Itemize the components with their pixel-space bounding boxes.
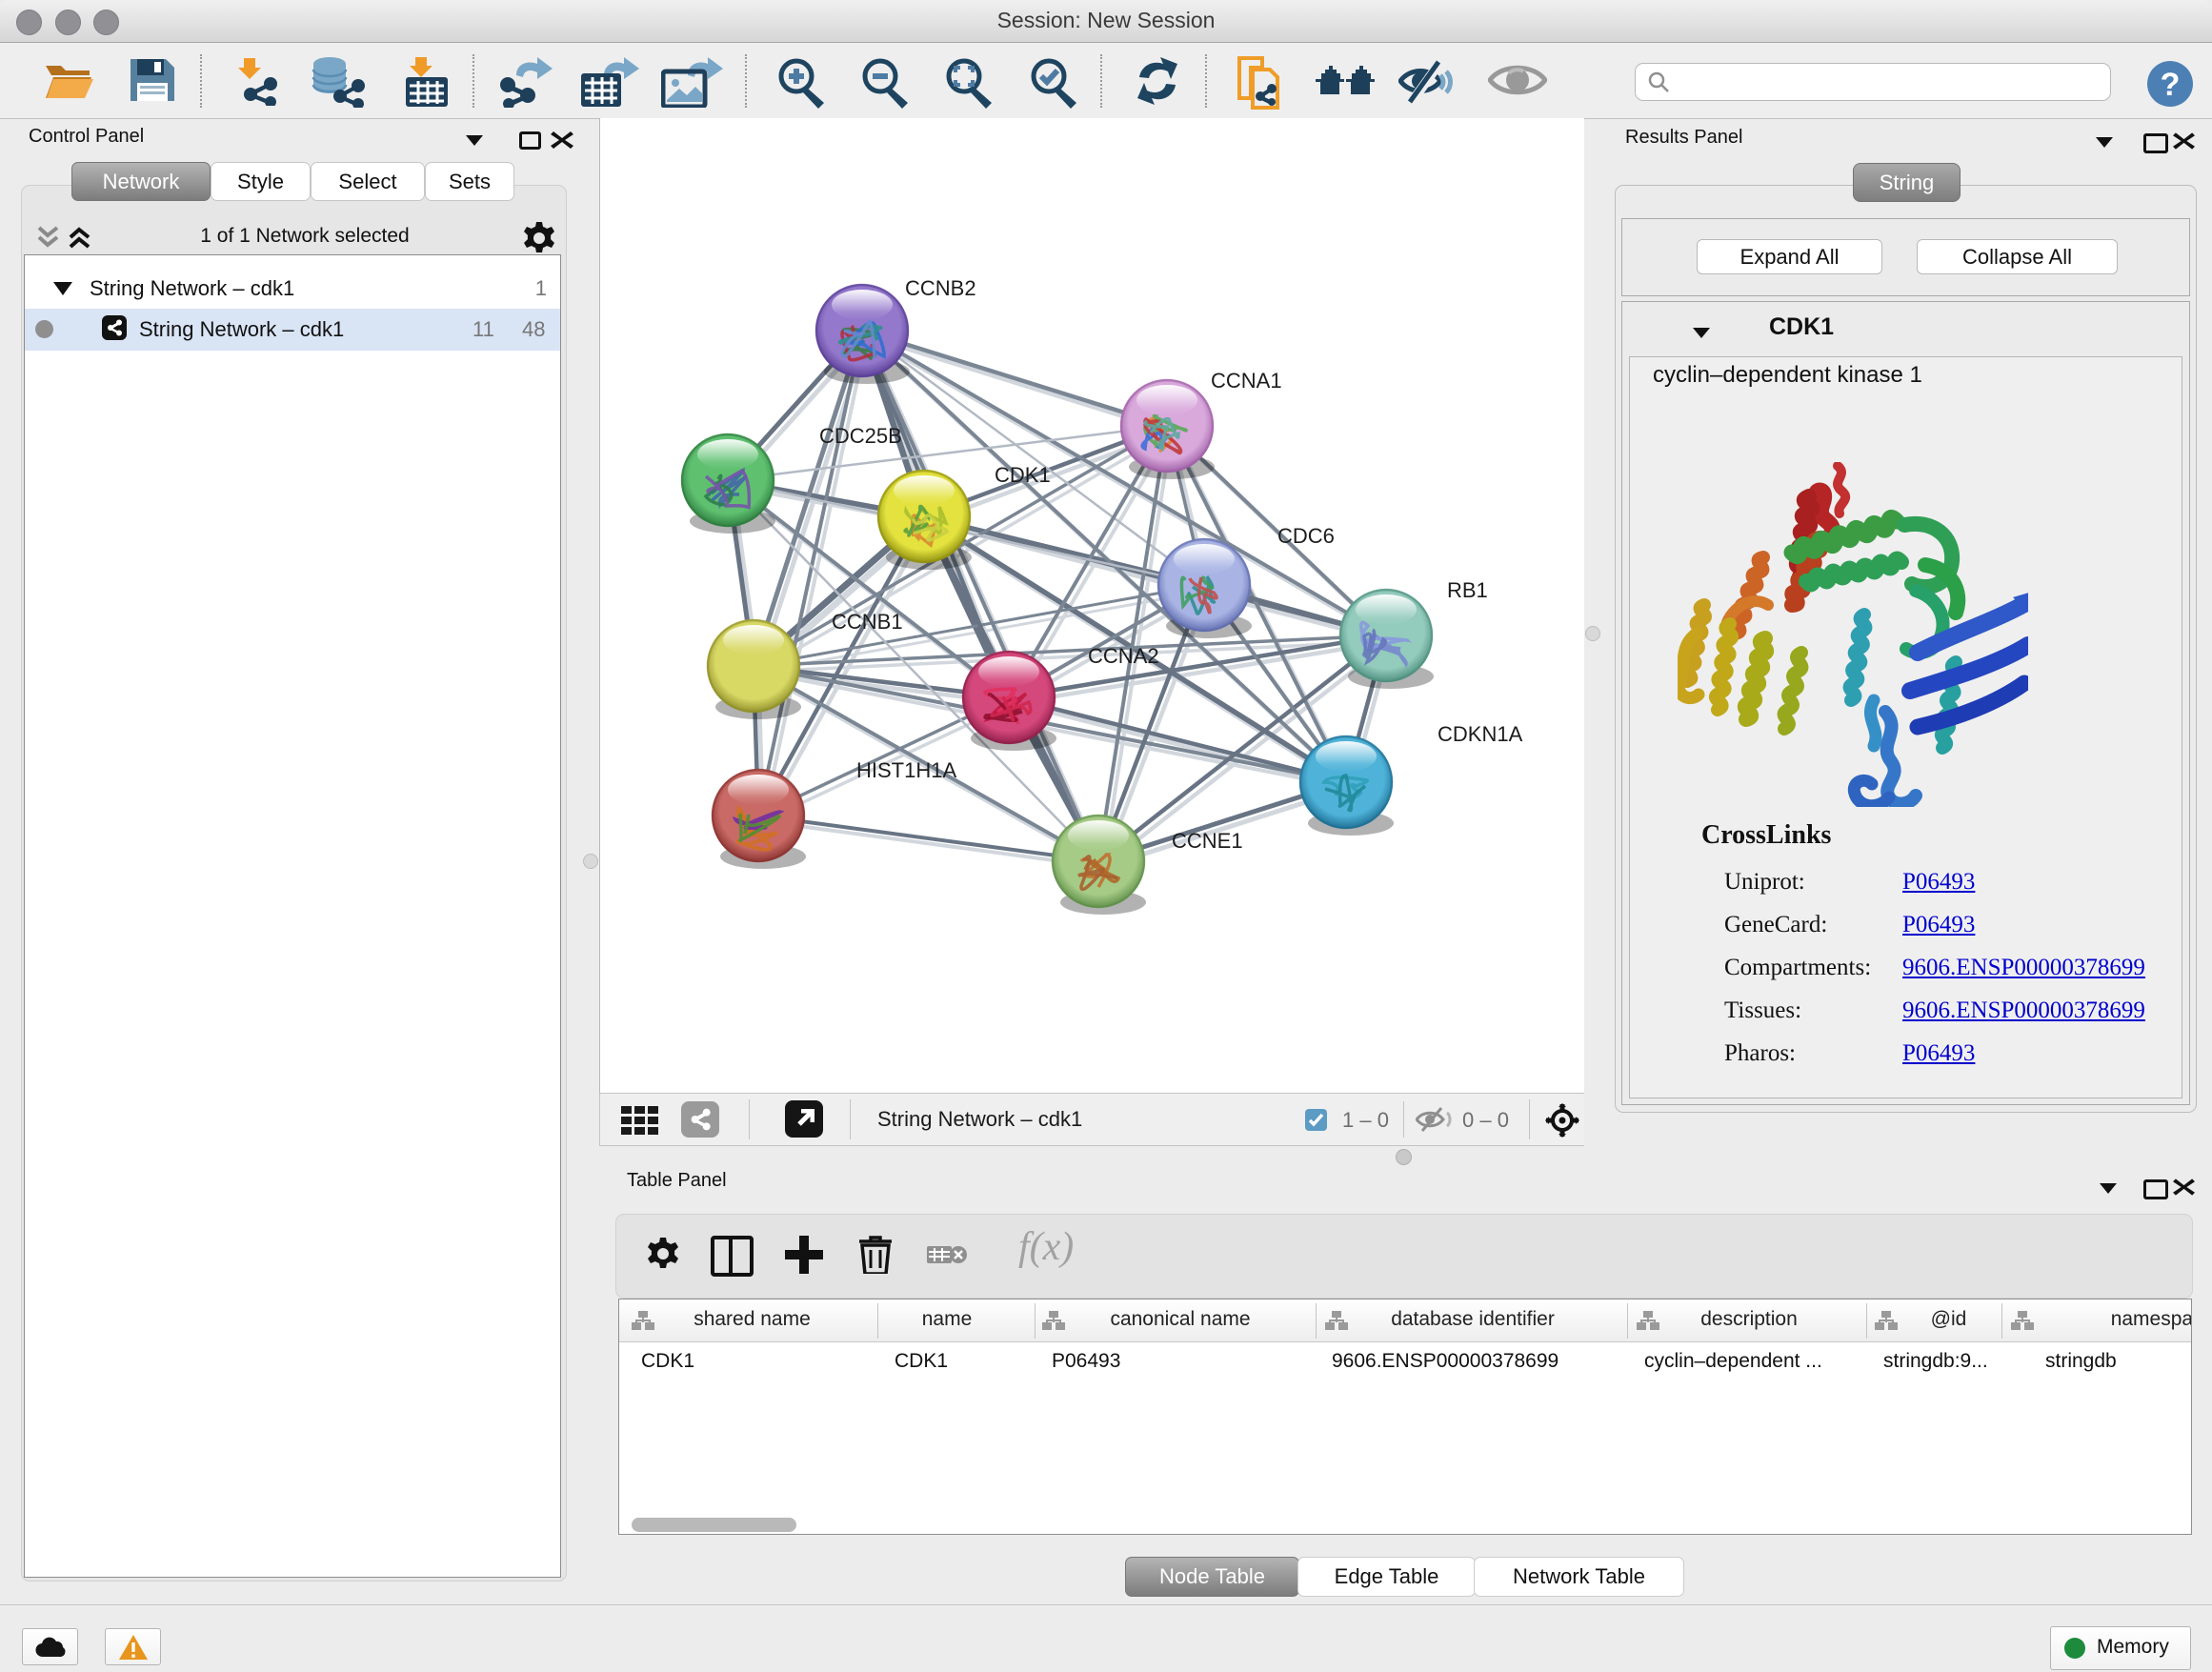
- svg-text:CDK1: CDK1: [995, 463, 1051, 487]
- svg-text:RB1: RB1: [1447, 578, 1488, 602]
- svg-text:HIST1H1A: HIST1H1A: [856, 758, 956, 782]
- svg-text:CDC6: CDC6: [1277, 524, 1335, 548]
- svg-text:?: ?: [2161, 67, 2181, 103]
- svg-text:CCNB2: CCNB2: [905, 276, 976, 300]
- svg-text:CCNA2: CCNA2: [1088, 644, 1159, 668]
- svg-text:CDKN1A: CDKN1A: [1438, 722, 1523, 746]
- svg-text:CDC25B: CDC25B: [819, 424, 902, 448]
- svg-text:CCNB1: CCNB1: [832, 610, 903, 634]
- svg-text:CCNE1: CCNE1: [1172, 829, 1243, 853]
- svg-text:CCNA1: CCNA1: [1211, 369, 1282, 393]
